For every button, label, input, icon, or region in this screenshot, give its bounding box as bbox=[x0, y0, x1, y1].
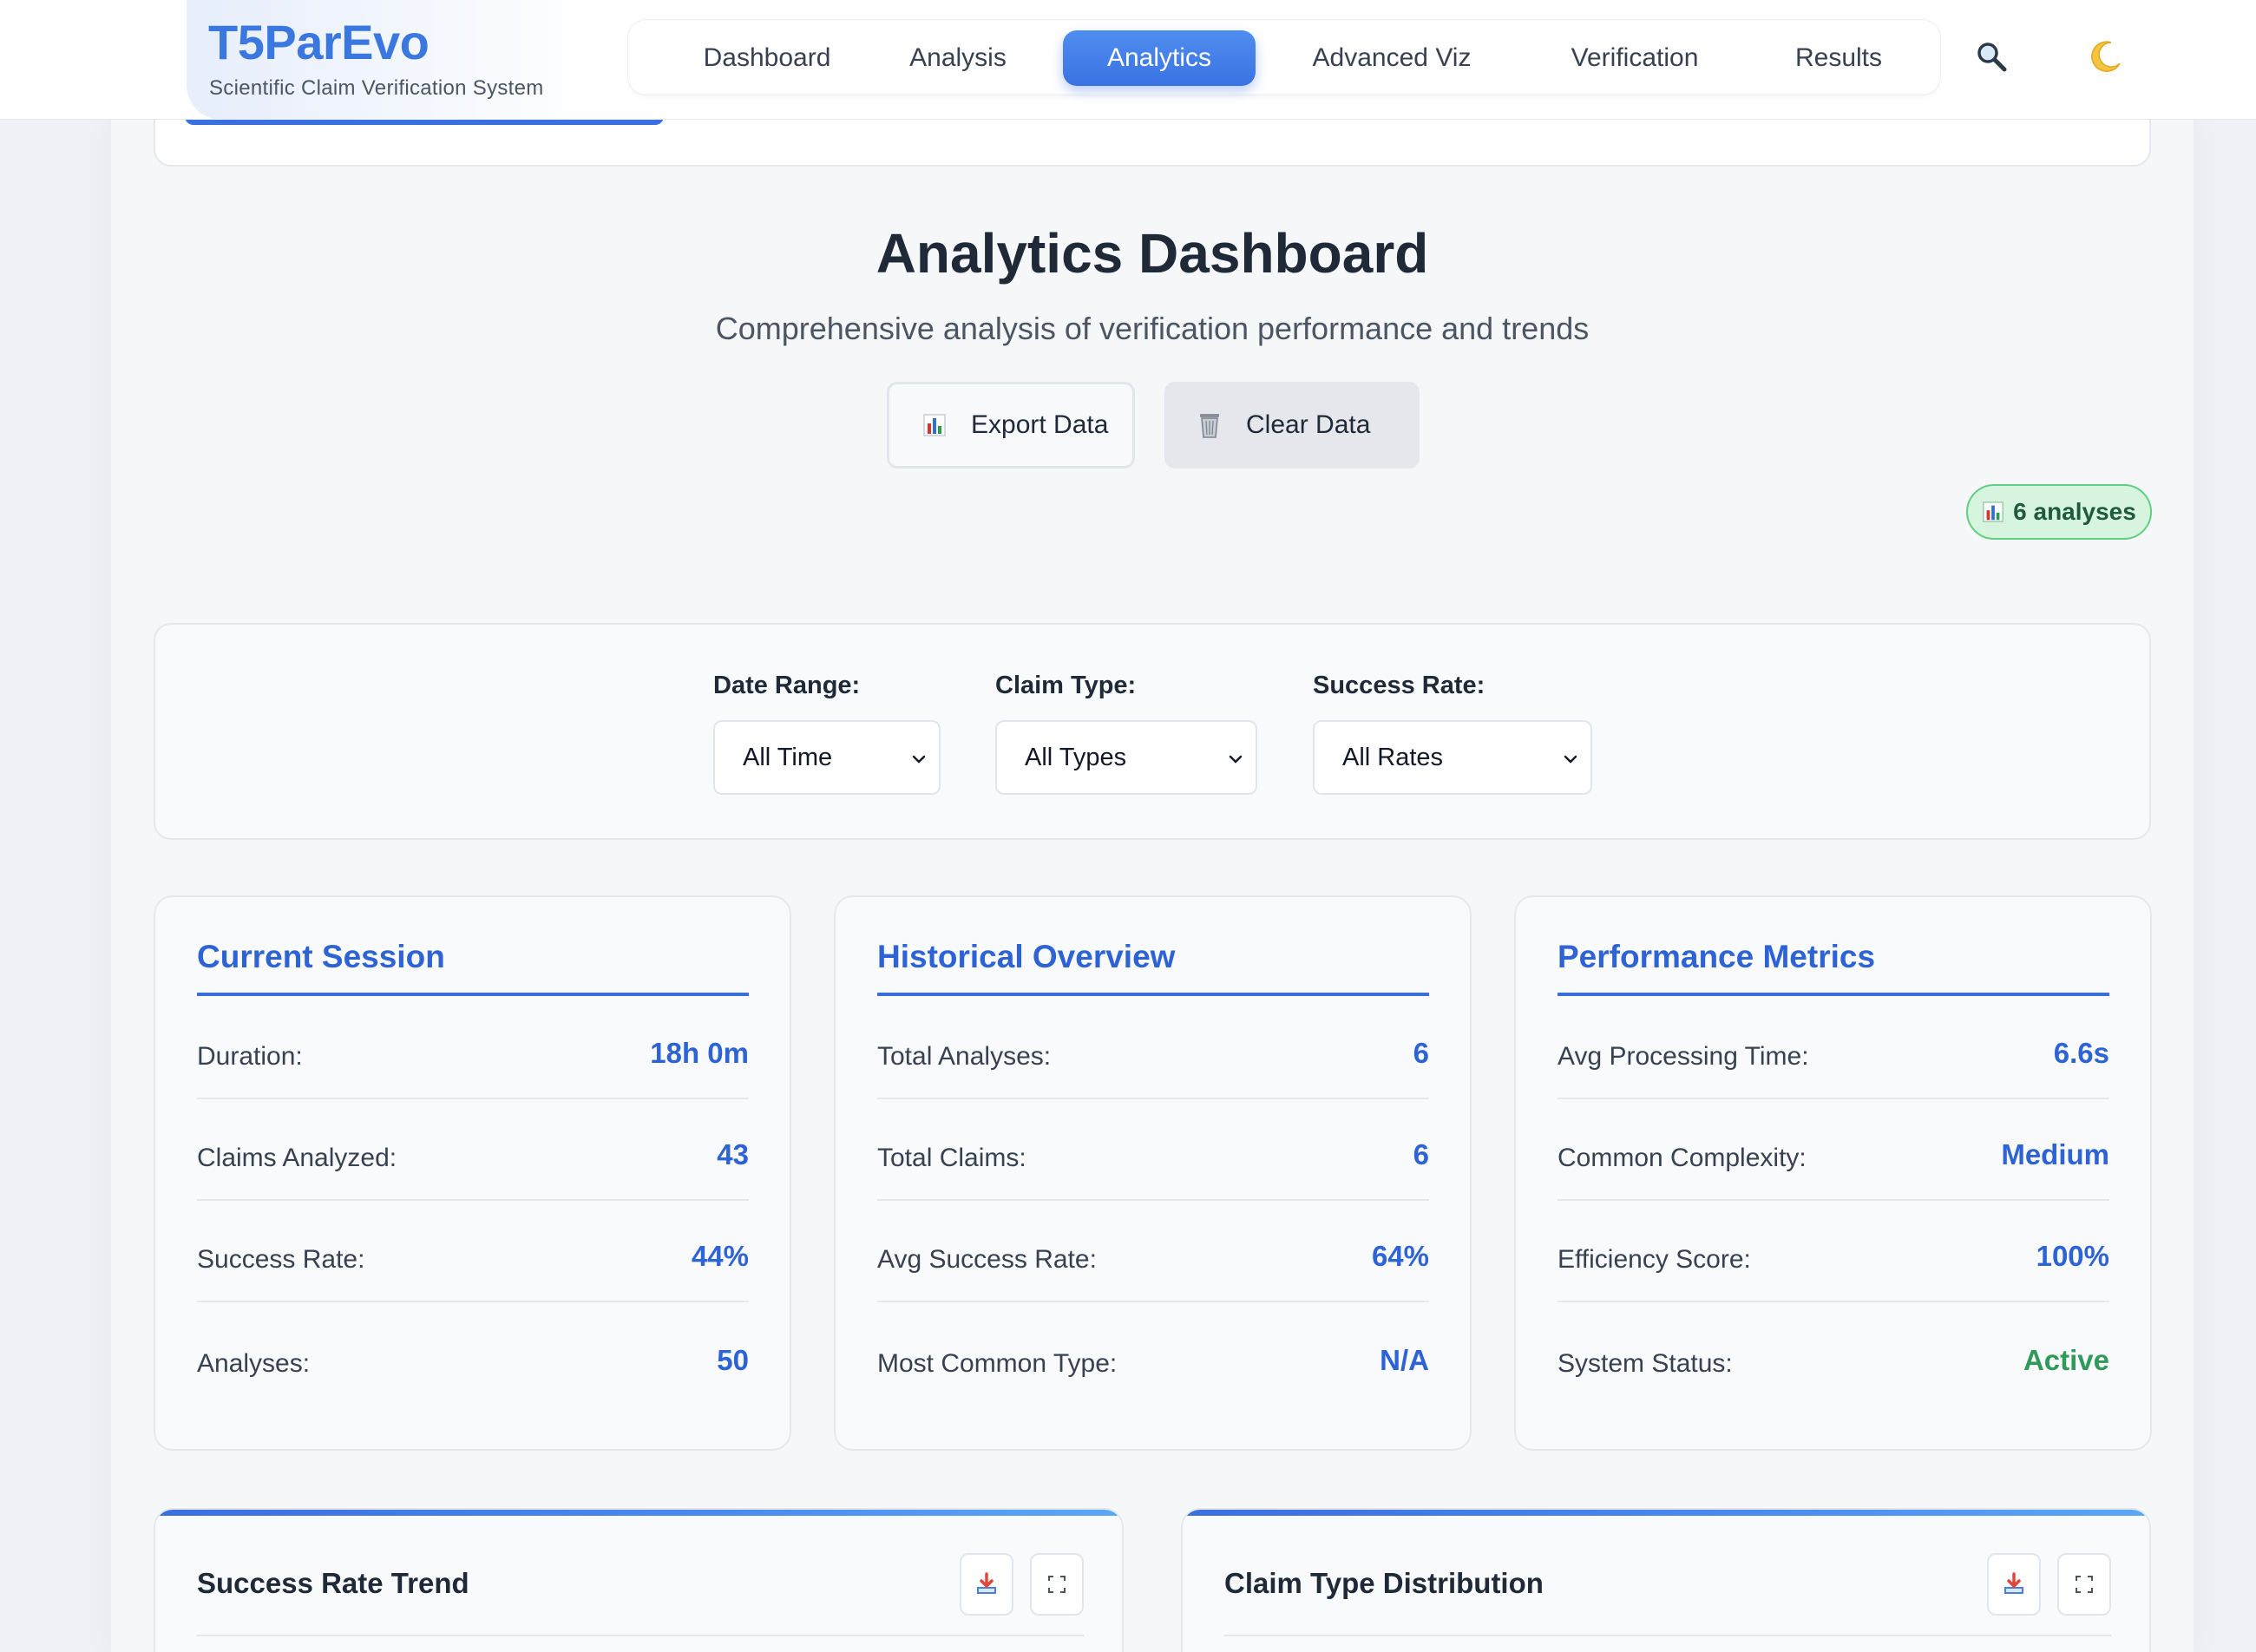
stat-value: 6 bbox=[1413, 1037, 1429, 1069]
chart-header-divider bbox=[197, 1635, 1084, 1636]
stat-row: Total Analyses: 6 bbox=[877, 998, 1429, 1099]
stat-label: Avg Success Rate: bbox=[877, 1245, 1097, 1274]
success-rate-trend-card: Success Rate Trend bbox=[154, 1508, 1124, 1652]
stat-row: Total Claims: 6 bbox=[877, 1099, 1429, 1201]
page-title: Analytics Dashboard bbox=[876, 222, 1429, 285]
stat-row: Duration: 18h 0m bbox=[197, 998, 749, 1099]
stat-label: Claims Analyzed: bbox=[197, 1144, 397, 1172]
nav-results[interactable]: Results bbox=[1756, 30, 1921, 86]
nav-analytics[interactable]: Analytics bbox=[1063, 30, 1256, 86]
stat-value: 6.6s bbox=[2053, 1037, 2109, 1069]
claim-type-distribution-card: Claim Type Distribution bbox=[1181, 1508, 2151, 1652]
nav-analysis[interactable]: Analysis bbox=[871, 30, 1045, 86]
card-title: Historical Overview bbox=[877, 939, 1176, 974]
success-rate-label: Success Rate: bbox=[1313, 672, 1485, 699]
stat-row: Efficiency Score: 100% bbox=[1558, 1201, 2109, 1302]
stat-label: Total Claims: bbox=[877, 1144, 1026, 1172]
historical-overview-card: Historical Overview Total Analyses: 6 To… bbox=[834, 895, 1472, 1451]
card-title-rule bbox=[1558, 993, 2109, 996]
search-icon bbox=[1977, 43, 2007, 72]
analyses-count-badge: 6 analyses bbox=[1966, 484, 2152, 540]
stat-row: Avg Processing Time: 6.6s bbox=[1558, 998, 2109, 1099]
stat-value: 64% bbox=[1371, 1240, 1429, 1272]
success-rate-select[interactable]: All Rates bbox=[1313, 720, 1592, 795]
stat-label: Total Analyses: bbox=[877, 1042, 1052, 1071]
nav-dashboard[interactable]: Dashboard bbox=[663, 30, 871, 86]
stat-label: Most Common Type: bbox=[877, 1349, 1118, 1378]
stat-label: Avg Processing Time: bbox=[1558, 1042, 1809, 1071]
search-button[interactable] bbox=[1961, 26, 2022, 87]
nav-advanced-viz[interactable]: Advanced Viz bbox=[1275, 30, 1509, 86]
card-title-rule bbox=[197, 993, 749, 996]
chevron-down-icon bbox=[912, 755, 926, 764]
chart-title: Success Rate Trend bbox=[197, 1567, 469, 1599]
bar-chart-icon bbox=[1982, 501, 2004, 523]
stat-value: N/A bbox=[1380, 1344, 1429, 1376]
expand-icon bbox=[2076, 1576, 2093, 1593]
card-accent-stripe bbox=[1183, 1510, 2149, 1516]
download-icon bbox=[2004, 1572, 2023, 1594]
stat-label: Efficiency Score: bbox=[1558, 1245, 1751, 1274]
download-icon bbox=[977, 1572, 996, 1594]
clear-data-label: Clear Data bbox=[1246, 410, 1371, 439]
moon-icon bbox=[2091, 41, 2121, 72]
nav-verification[interactable]: Verification bbox=[1526, 30, 1743, 86]
top-navigation-bar: T5ParEvo Scientific Claim Verification S… bbox=[0, 0, 2256, 120]
card-title: Current Session bbox=[197, 939, 445, 974]
analyses-count-text: 6 analyses bbox=[2013, 498, 2136, 525]
card-title: Performance Metrics bbox=[1558, 939, 1876, 974]
page-subtitle: Comprehensive analysis of verification p… bbox=[715, 311, 1590, 346]
date-range-select[interactable]: All Time bbox=[713, 720, 941, 795]
date-range-label: Date Range: bbox=[713, 672, 861, 699]
stat-label: Duration: bbox=[197, 1042, 303, 1071]
chevron-down-icon bbox=[1564, 755, 1577, 764]
chart-header-divider bbox=[1224, 1635, 2111, 1636]
date-range-value: All Time bbox=[743, 743, 833, 771]
fullscreen-button[interactable] bbox=[2057, 1553, 2111, 1616]
system-status-value: Active bbox=[2023, 1344, 2109, 1376]
stat-value: 18h 0m bbox=[650, 1037, 749, 1069]
stat-row: Common Complexity: Medium bbox=[1558, 1099, 2109, 1201]
fullscreen-button[interactable] bbox=[1030, 1553, 1084, 1616]
stat-row: Claims Analyzed: 43 bbox=[197, 1099, 749, 1201]
stat-label: System Status: bbox=[1558, 1349, 1733, 1378]
stat-value: 43 bbox=[717, 1138, 749, 1170]
stat-row: Success Rate: 44% bbox=[197, 1201, 749, 1302]
performance-metrics-card: Performance Metrics Avg Processing Time:… bbox=[1514, 895, 2152, 1451]
bar-chart-icon bbox=[919, 410, 950, 441]
card-title-rule bbox=[877, 993, 1429, 996]
stat-label: Success Rate: bbox=[197, 1245, 365, 1274]
stat-value: 100% bbox=[2036, 1240, 2109, 1272]
download-chart-button[interactable] bbox=[960, 1553, 1013, 1616]
brand-subtitle: Scientific Claim Verification System bbox=[209, 76, 544, 100]
chart-title: Claim Type Distribution bbox=[1224, 1567, 1544, 1599]
download-chart-button[interactable] bbox=[1987, 1553, 2041, 1616]
current-session-card: Current Session Duration: 18h 0m Claims … bbox=[154, 895, 791, 1451]
theme-toggle-button[interactable] bbox=[2076, 26, 2136, 87]
stat-value: 6 bbox=[1413, 1138, 1429, 1170]
export-data-label: Export Data bbox=[971, 410, 1109, 439]
clear-data-button[interactable]: Clear Data bbox=[1164, 382, 1420, 469]
expand-icon bbox=[1048, 1576, 1066, 1593]
claim-type-value: All Types bbox=[1025, 743, 1127, 771]
stat-value: 44% bbox=[691, 1240, 749, 1272]
stat-value: 50 bbox=[717, 1344, 749, 1376]
stat-row: Most Common Type: N/A bbox=[877, 1303, 1429, 1405]
export-data-button[interactable]: Export Data bbox=[887, 382, 1135, 469]
trash-icon bbox=[1194, 410, 1225, 441]
stat-value: Medium bbox=[2001, 1138, 2109, 1170]
stat-row: Avg Success Rate: 64% bbox=[877, 1201, 1429, 1302]
main-nav: Dashboard Analysis Analytics Advanced Vi… bbox=[627, 19, 1941, 95]
brand-title[interactable]: T5ParEvo bbox=[208, 14, 430, 70]
stat-row: System Status: Active bbox=[1558, 1303, 2109, 1405]
claim-type-label: Claim Type: bbox=[995, 672, 1137, 699]
stat-label: Analyses: bbox=[197, 1349, 311, 1378]
claim-type-select[interactable]: All Types bbox=[995, 720, 1257, 795]
stat-label: Common Complexity: bbox=[1558, 1144, 1807, 1172]
chevron-down-icon bbox=[1229, 755, 1243, 764]
stat-row: Analyses: 50 bbox=[197, 1303, 749, 1405]
success-rate-value: All Rates bbox=[1342, 743, 1444, 771]
brand-block[interactable]: T5ParEvo Scientific Claim Verification S… bbox=[187, 0, 594, 120]
card-accent-stripe bbox=[155, 1510, 1122, 1516]
